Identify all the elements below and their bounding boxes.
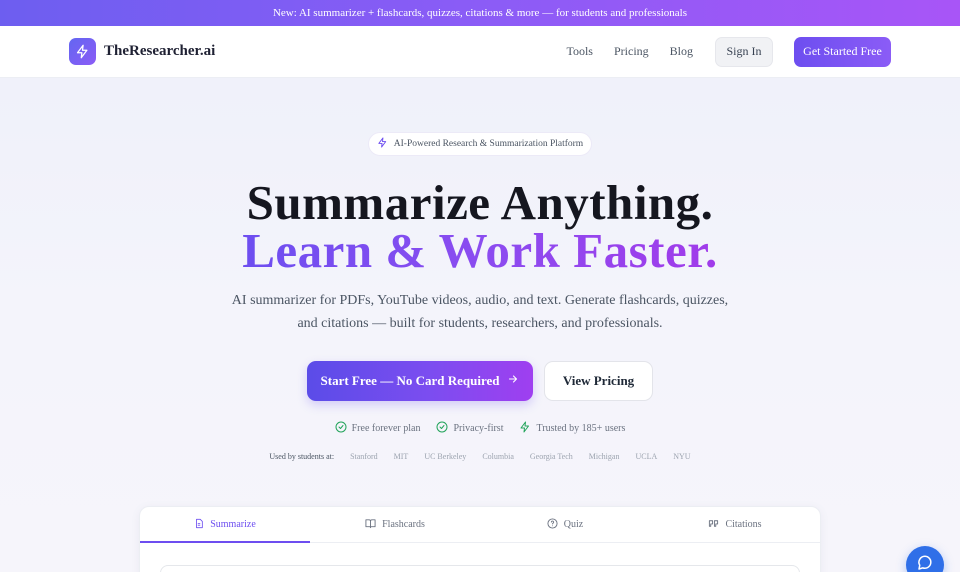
brand-logo[interactable]: TheResearcher.ai: [69, 38, 215, 65]
headline-secondary: Learn & Work Faster.: [0, 222, 960, 279]
quote-icon: [708, 518, 719, 532]
start-free-label: Start Free — No Card Required: [320, 373, 500, 388]
trust-item: Privacy-first: [436, 421, 503, 436]
trust-row: Free forever plan Privacy-first Trusted …: [0, 421, 960, 436]
announcement-banner: New: AI summarizer + flashcards, quizzes…: [0, 0, 960, 26]
chat-icon: [916, 554, 934, 572]
school-name: UC Berkeley: [424, 452, 467, 461]
start-free-button[interactable]: Start Free — No Card Required: [307, 361, 533, 401]
school-name: MIT: [393, 452, 409, 461]
school-name: UCLA: [635, 452, 658, 461]
school-name: Michigan: [588, 452, 620, 461]
check-circle-icon: [335, 421, 347, 436]
check-circle-icon: [436, 421, 448, 436]
trust-label: Privacy-first: [453, 423, 504, 434]
platform-pill: AI-Powered Research & Summarization Plat…: [368, 132, 592, 156]
used-by-row: Used by students at: Stanford MIT UC Ber…: [0, 452, 960, 461]
trust-item: Free forever plan: [335, 421, 421, 436]
school-name: Stanford: [350, 452, 378, 461]
tab-flashcards[interactable]: Flashcards: [310, 507, 480, 542]
top-navbar: TheResearcher.ai Tools Pricing Blog Sign…: [0, 26, 960, 78]
tab-label: Summarize: [210, 519, 256, 530]
trust-item: Trusted by 185+ users: [519, 421, 625, 436]
tab-label: Flashcards: [382, 519, 425, 530]
announcement-text: New: AI summarizer + flashcards, quizzes…: [272, 7, 687, 19]
content-input[interactable]: [160, 565, 800, 572]
tool-tabs: Summarize Flashcards Quiz Citations: [140, 507, 820, 543]
nav-link-blog[interactable]: Blog: [670, 44, 693, 59]
chat-widget-button[interactable]: [906, 546, 944, 572]
view-pricing-button[interactable]: View Pricing: [544, 361, 653, 401]
bolt-icon: [377, 137, 388, 151]
tab-citations[interactable]: Citations: [650, 507, 820, 542]
tab-quiz[interactable]: Quiz: [480, 507, 650, 542]
tab-label: Quiz: [563, 519, 584, 530]
brand-name: TheResearcher.ai: [104, 43, 216, 59]
pill-text: AI-Powered Research & Summarization Plat…: [393, 139, 584, 149]
document-icon: [194, 518, 204, 532]
nav-links: Tools Pricing Blog Sign In Get Started F…: [566, 36, 891, 67]
arrow-right-icon: [507, 373, 519, 389]
bolt-icon: [69, 38, 96, 65]
get-started-button[interactable]: Get Started Free: [794, 36, 891, 67]
question-circle-icon: [547, 517, 558, 532]
book-icon: [365, 518, 376, 532]
used-by-label: Used by students at:: [269, 452, 335, 461]
sign-in-button[interactable]: Sign In: [715, 36, 773, 67]
nav-link-tools[interactable]: Tools: [566, 44, 593, 59]
tool-card: Summarize Flashcards Quiz Citations: [139, 506, 821, 572]
tab-summarize[interactable]: Summarize: [140, 507, 310, 543]
tab-label: Citations: [725, 519, 762, 530]
nav-link-pricing[interactable]: Pricing: [614, 44, 649, 59]
school-name: Georgia Tech: [529, 452, 573, 461]
headline-gradient-text: Learn & Work Faster.: [242, 223, 718, 278]
bolt-icon: [519, 421, 531, 436]
hero-subtitle: AI summarizer for PDFs, YouTube videos, …: [231, 293, 729, 331]
trust-label: Trusted by 185+ users: [536, 423, 626, 434]
trust-label: Free forever plan: [351, 423, 421, 434]
school-name: NYU: [673, 452, 691, 461]
school-name: Columbia: [482, 452, 514, 461]
